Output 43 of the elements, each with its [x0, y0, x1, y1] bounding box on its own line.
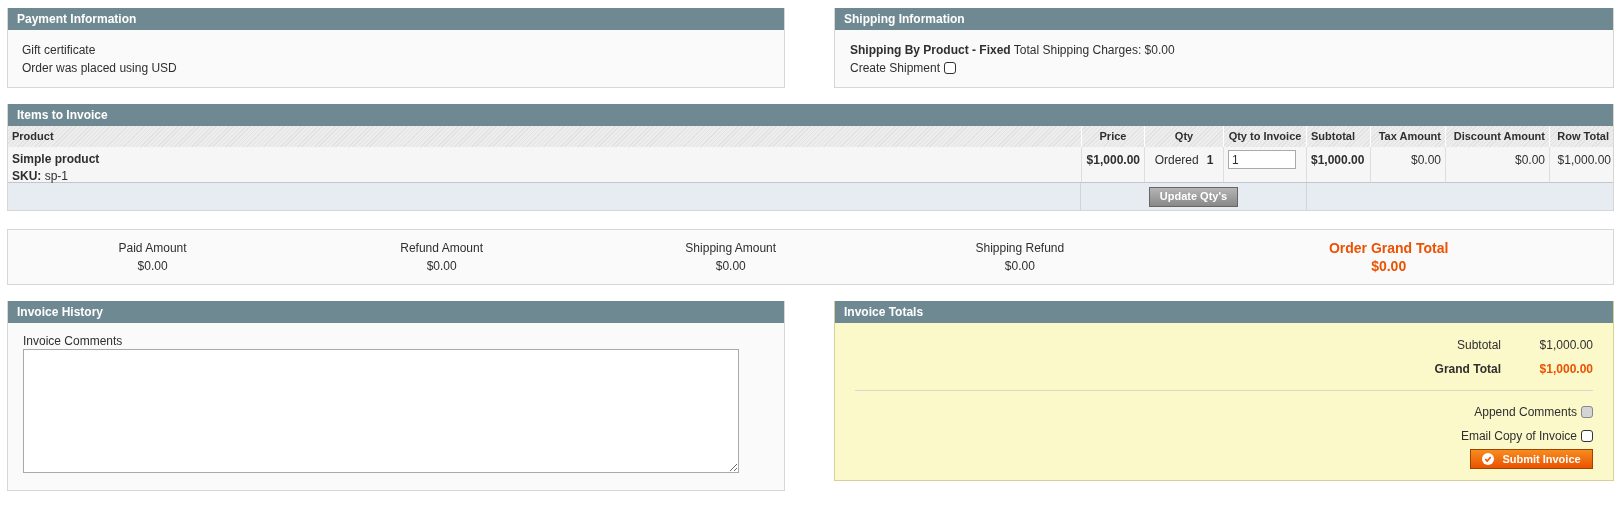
- checkbox[interactable]: [944, 62, 957, 74]
- table-cell: $0.00: [1446, 147, 1550, 182]
- table-cell: $1,000.00: [1307, 147, 1371, 182]
- comments-label: Invoice Comments: [23, 333, 124, 349]
- payment-line: Order was placed using USD: [22, 60, 178, 77]
- column-header: Row Total: [1556, 129, 1610, 144]
- summary-value: $0.00: [1004, 258, 1035, 275]
- section-header: Payment Information: [8, 8, 784, 30]
- summary-value: $0.00: [426, 258, 457, 275]
- summary-label: Shipping Refund: [975, 240, 1065, 257]
- section-header: Invoice Totals: [835, 301, 1613, 323]
- checkbox[interactable]: [1581, 430, 1593, 442]
- section-header: Items to Invoice: [8, 104, 1613, 126]
- summary-label: Shipping Amount: [685, 240, 777, 257]
- summary-label: Paid Amount: [118, 240, 187, 257]
- payment-line: Gift certificate: [22, 42, 97, 59]
- totals-value: $1,000.00: [1538, 337, 1593, 354]
- section-header: Invoice History: [8, 301, 784, 323]
- summary-label: Refund Amount: [400, 240, 483, 257]
- summary-value: $0.00: [715, 258, 746, 275]
- totals-label: Subtotal: [1456, 337, 1501, 354]
- summary-value: $0.00: [137, 258, 168, 275]
- table-cell-text: $1,000.00: [1556, 152, 1612, 169]
- checkbox-label: Email Copy of Invoice: [1460, 428, 1577, 445]
- qty-value: 1: [1206, 152, 1214, 169]
- totals-label: Grand Total: [1434, 361, 1501, 378]
- submit-invoice-button[interactable]: Submit Invoice: [1470, 449, 1593, 469]
- update-qty-button[interactable]: Update Qty's: [1148, 186, 1239, 207]
- qty-input[interactable]: 1: [1228, 150, 1296, 169]
- product-name: Simple product: [12, 151, 101, 168]
- totals-value: $1,000.00: [1538, 361, 1593, 378]
- section-header: Shipping Information: [835, 8, 1613, 30]
- summary-value: $0.00: [1371, 257, 1407, 275]
- shipping-method: Shipping By Product - Fixed Total Shipping Charges: $0.00: [850, 42, 1176, 59]
- checkmark-icon: [1482, 453, 1495, 465]
- table-cell: $1,000.00: [1082, 147, 1145, 182]
- summary-label: Order Grand Total: [1328, 239, 1449, 257]
- qty-label: Ordered: [1154, 152, 1199, 169]
- table-cell: $0.00: [1371, 147, 1446, 182]
- product-sku: SKU: sp-1: [12, 168, 70, 185]
- comments-field[interactable]: [23, 349, 739, 473]
- checkbox-label: Create Shipment: [850, 60, 941, 77]
- checkbox-label: Append Comments: [1474, 404, 1577, 421]
